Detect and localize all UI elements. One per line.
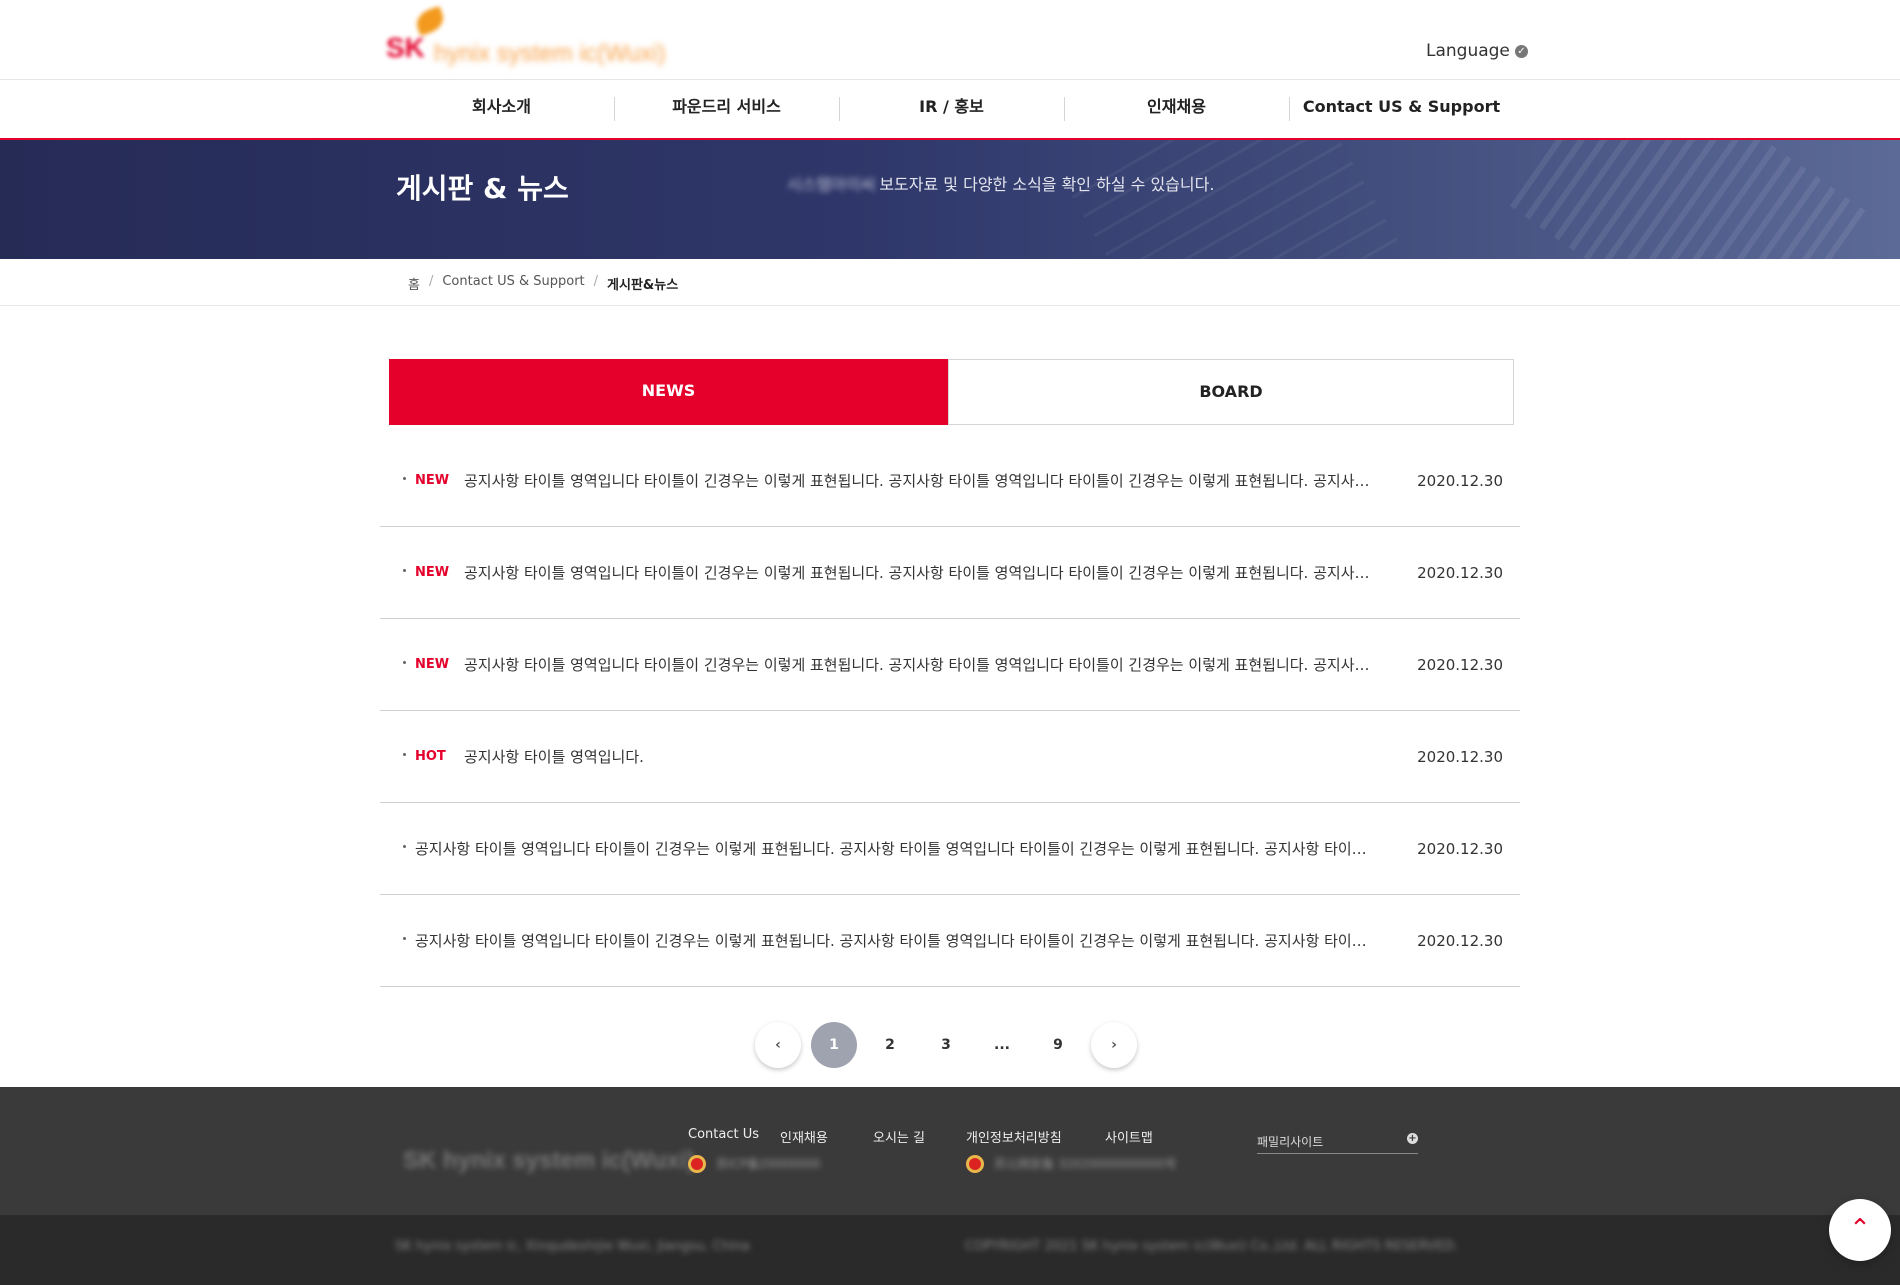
bullet xyxy=(403,569,406,572)
footer-bottom: SK hynix system ic, Xinqudeshijie Wuxi, … xyxy=(0,1215,1900,1285)
bullet xyxy=(403,937,406,940)
page-button-9[interactable]: 9 xyxy=(1035,1022,1081,1068)
news-row[interactable]: 공지사항 타이틀 영역입니다 타이틀이 긴경우는 이렇게 표현됩니다. 공지사항… xyxy=(380,895,1520,987)
banner-decoration xyxy=(1509,140,1871,259)
police-emblem-icon xyxy=(966,1155,984,1173)
logo-text: hynix system ic(Wuxi) xyxy=(434,40,666,67)
news-row[interactable]: NEW 공지사항 타이틀 영역입니다 타이틀이 긴경우는 이렇게 표현됩니다. … xyxy=(380,435,1520,527)
banner-description: 시스템아이씨 보도자료 및 다양한 소식을 확인 하실 수 있습니다. xyxy=(787,171,1214,195)
nav-item-ir-pr[interactable]: IR / 홍보 xyxy=(839,80,1064,138)
news-title[interactable]: 공지사항 타이틀 영역입니다 타이틀이 긴경우는 이렇게 표현됩니다. 공지사항… xyxy=(464,470,1380,491)
plus-circle-icon: + xyxy=(1407,1133,1418,1144)
logo-mark: SK xyxy=(386,32,425,63)
page-button-3[interactable]: 3 xyxy=(923,1022,969,1068)
bullet xyxy=(403,753,406,756)
language-label: Language xyxy=(1426,41,1510,61)
news-row[interactable]: NEW 공지사항 타이틀 영역입니다 타이틀이 긴경우는 이렇게 표현됩니다. … xyxy=(380,527,1520,619)
news-title[interactable]: 공지사항 타이틀 영역입니다 타이틀이 긴경우는 이렇게 표현됩니다. 공지사항… xyxy=(464,654,1380,675)
news-title[interactable]: 공지사항 타이틀 영역입니다. xyxy=(464,746,1380,767)
bullet xyxy=(403,845,406,848)
news-title[interactable]: 공지사항 타이틀 영역입니다 타이틀이 긴경우는 이렇게 표현됩니다. 공지사항… xyxy=(415,930,1380,951)
footer-address: SK hynix system ic, Xinqudeshijie Wuxi, … xyxy=(395,1239,750,1254)
bullet xyxy=(403,477,406,480)
nav-item-careers[interactable]: 인재채용 xyxy=(1064,80,1289,138)
breadcrumb-current: 게시판&뉴스 xyxy=(607,278,679,293)
scroll-top-button[interactable]: ⌃ xyxy=(1829,1199,1891,1261)
new-badge: NEW xyxy=(415,473,450,488)
new-badge: NEW xyxy=(415,565,450,580)
emblem-icon xyxy=(688,1155,706,1173)
footer-link-sitemap[interactable]: 사이트맵 xyxy=(1105,1127,1153,1146)
bullet xyxy=(403,661,406,664)
hot-badge: HOT xyxy=(415,749,446,764)
family-site-select[interactable]: 패밀리사이트 + xyxy=(1257,1133,1418,1154)
nav-item-contact-support[interactable]: Contact US & Support xyxy=(1289,80,1514,138)
sub-visual-banner: 게시판 & 뉴스 시스템아이씨 보도자료 및 다양한 소식을 확인 하실 수 있… xyxy=(0,140,1900,259)
next-page-button[interactable]: › xyxy=(1091,1022,1137,1068)
site-header: SK hynix system ic(Wuxi) Language ✓ xyxy=(0,0,1900,80)
tab-board[interactable]: BOARD xyxy=(948,359,1514,425)
chevron-up-icon: ⌃ xyxy=(1849,1214,1871,1244)
banner-description-blurred: 시스템아이씨 xyxy=(787,175,876,194)
news-row[interactable]: HOT 공지사항 타이틀 영역입니다. 2020.12.30 xyxy=(380,711,1520,803)
tab-news[interactable]: NEWS xyxy=(389,359,948,425)
new-badge: NEW xyxy=(415,657,450,672)
footer-links: Contact Us 인재채용 오시는 길 개인정보처리방침 사이트맵 xyxy=(688,1127,1153,1146)
news-date: 2020.12.30 xyxy=(1417,655,1503,674)
news-date: 2020.12.30 xyxy=(1417,839,1503,858)
prev-page-button[interactable]: ‹ xyxy=(755,1022,801,1068)
public-security-number[interactable]: 苏公网安备 32020000000000号 xyxy=(994,1155,1177,1172)
company-logo[interactable]: SK hynix system ic(Wuxi) xyxy=(386,5,671,68)
news-list: NEW 공지사항 타이틀 영역입니다 타이틀이 긴경우는 이렇게 표현됩니다. … xyxy=(380,435,1520,987)
news-title[interactable]: 공지사항 타이틀 영역입니다 타이틀이 긴경우는 이렇게 표현됩니다. 공지사항… xyxy=(464,562,1380,583)
page-title: 게시판 & 뉴스 xyxy=(396,172,569,205)
site-footer: SK hynix system ic(Wuxi) Contact Us 인재채용… xyxy=(0,1087,1900,1215)
nav-item-company[interactable]: 회사소개 xyxy=(389,80,614,138)
news-date: 2020.12.30 xyxy=(1417,563,1503,582)
news-row[interactable]: NEW 공지사항 타이틀 영역입니다 타이틀이 긴경우는 이렇게 표현됩니다. … xyxy=(380,619,1520,711)
footer-link-directions[interactable]: 오시는 길 xyxy=(873,1127,966,1146)
footer-link-contact-us[interactable]: Contact Us xyxy=(688,1127,780,1146)
breadcrumb-separator: / xyxy=(428,274,434,289)
footer-logo: SK hynix system ic(Wuxi) xyxy=(403,1147,695,1174)
banner-description-text: 보도자료 및 다양한 소식을 확인 하실 수 있습니다. xyxy=(879,175,1215,194)
footer-link-careers[interactable]: 인재채용 xyxy=(780,1127,873,1146)
board-tabs: NEWS BOARD xyxy=(389,359,1514,425)
footer-link-privacy-policy[interactable]: 개인정보처리방침 xyxy=(966,1127,1105,1146)
breadcrumb-separator: / xyxy=(593,274,599,289)
page-button-2[interactable]: 2 xyxy=(867,1022,913,1068)
banner-decoration xyxy=(1062,140,1398,259)
breadcrumb-parent[interactable]: Contact US & Support xyxy=(442,274,584,293)
breadcrumb: 홈 / Contact US & Support / 게시판&뉴스 xyxy=(0,259,1900,306)
check-circle-icon: ✓ xyxy=(1514,44,1528,58)
pagination: ‹ 1 2 3 ... 9 › xyxy=(755,1022,1140,1068)
news-date: 2020.12.30 xyxy=(1417,931,1503,950)
language-button[interactable]: Language ✓ xyxy=(1426,41,1528,61)
family-site-label: 패밀리사이트 xyxy=(1257,1135,1324,1149)
main-navigation: 회사소개 파운드리 서비스 IR / 홍보 인재채용 Contact US & … xyxy=(0,80,1900,140)
nav-item-foundry-service[interactable]: 파운드리 서비스 xyxy=(614,80,839,138)
footer-copyright: COPYRIGHT 2021 SK hynix system ic(Wuxi) … xyxy=(965,1239,1459,1254)
page-button-1[interactable]: 1 xyxy=(811,1022,857,1068)
registration-number[interactable]: 苏ICP备20000000 xyxy=(716,1155,820,1172)
page-ellipsis: ... xyxy=(994,1037,1010,1053)
breadcrumb-home[interactable]: 홈 xyxy=(408,274,420,293)
news-title[interactable]: 공지사항 타이틀 영역입니다 타이틀이 긴경우는 이렇게 표현됩니다. 공지사항… xyxy=(415,838,1380,859)
news-date: 2020.12.30 xyxy=(1417,747,1503,766)
news-row[interactable]: 공지사항 타이틀 영역입니다 타이틀이 긴경우는 이렇게 표현됩니다. 공지사항… xyxy=(380,803,1520,895)
news-date: 2020.12.30 xyxy=(1417,471,1503,490)
